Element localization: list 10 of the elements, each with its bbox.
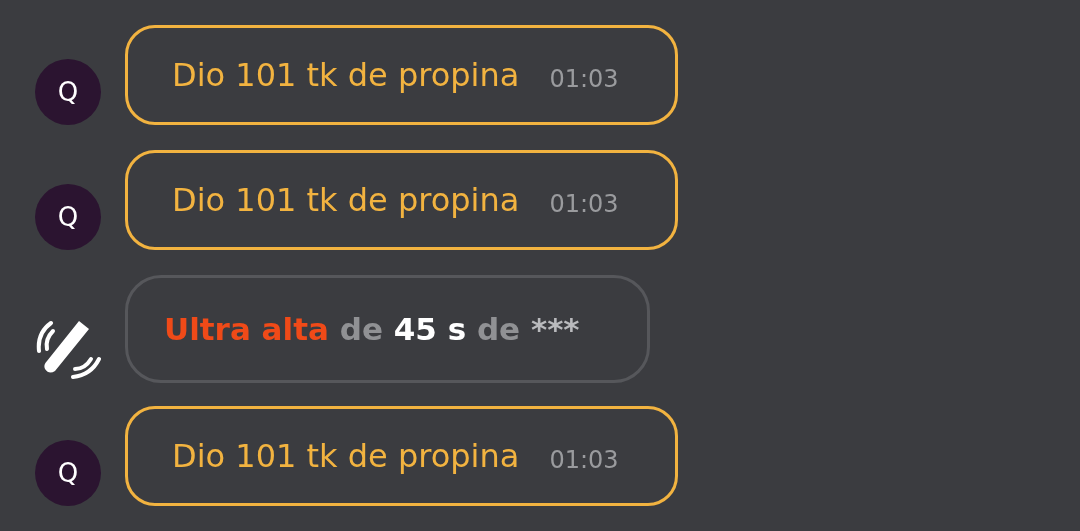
user-avatar: Q [35, 184, 101, 250]
message-text: Dio 101 tk de propina [172, 437, 520, 475]
message-text: Dio 101 tk de propina [172, 181, 520, 219]
message-time: 01:03 [549, 190, 619, 218]
message-time: 01:03 [549, 446, 619, 474]
user-avatar: Q [35, 440, 101, 506]
event-text: Ultra alta de 45 s de *** [164, 311, 580, 347]
message-text: Dio 101 tk de propina [172, 56, 520, 94]
message-time: 01:03 [549, 65, 619, 93]
user-avatar: Q [35, 59, 101, 125]
